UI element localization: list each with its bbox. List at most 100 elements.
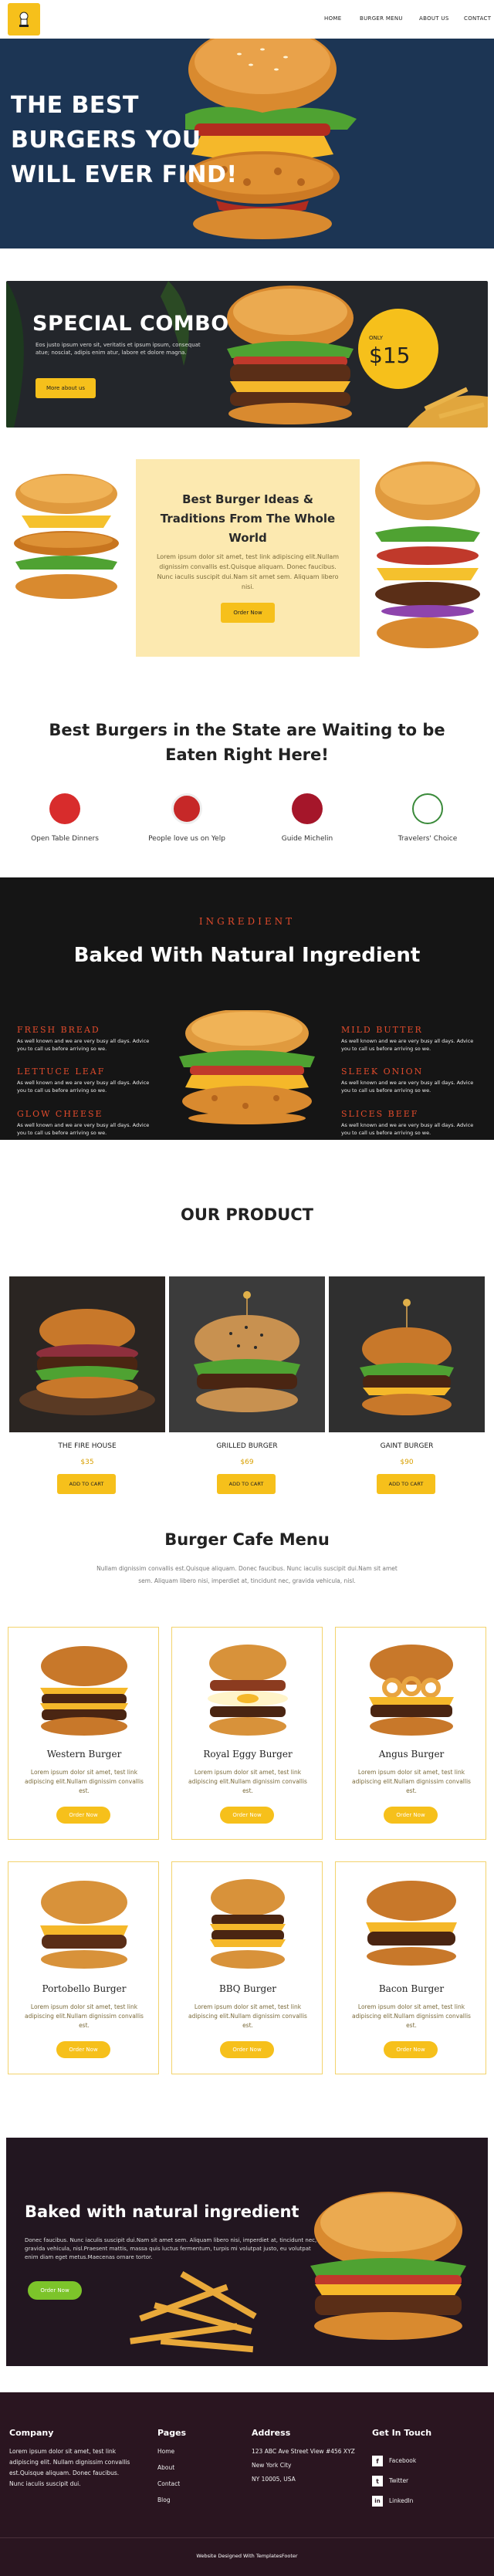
ideas-order-now-button[interactable]: Order Now (221, 603, 275, 623)
copyright-text: Website Designed With TemplatesFooter (196, 2553, 298, 2559)
natural-text: Donec faucibus. Nunc iaculis suscipit du… (25, 2237, 317, 2260)
special-combo-banner: SPECIAL COMBO Eos justo ipsum vero sit, … (6, 281, 488, 428)
footer-social-facebook[interactable]: Facebook (389, 2456, 416, 2466)
bbq-burger-image (210, 1879, 286, 1969)
ingredients-burger-image (179, 1010, 315, 1124)
natural-title: Baked with natural ingredient (25, 2202, 299, 2221)
footer-link-blog[interactable]: Blog (157, 2495, 171, 2506)
award-label-open-table: Open Table Dinners (31, 835, 99, 843)
hero-title: THE BEST BURGERS YOU WILL EVER FIND! (11, 92, 238, 188)
menu-intro: Nullam dignissim convallis est.Quisque a… (96, 1565, 398, 1584)
grilled-burger-image (194, 1291, 300, 1412)
menu-item-name: Angus Burger (378, 1749, 445, 1760)
top-nav: HOME BURGER MENU ABOUT US CONTACT (0, 0, 494, 39)
combo-title: SPECIAL COMBO (32, 312, 229, 336)
add-to-cart-button[interactable]: ADD TO CART (217, 1474, 276, 1494)
ingredients-section: INGREDIENT Baked With Natural Ingredient… (0, 877, 494, 1140)
menu-card-royal-eggy-burger: Royal Eggy Burger Lorem ipsum dolor sit … (171, 1627, 323, 1840)
chef-logo-icon (19, 12, 29, 27)
menu-item-name: BBQ Burger (218, 1983, 277, 1994)
ingredient-name-lettuce-leaf: LETTUCE LEAF (17, 1067, 106, 1077)
add-to-cart-button[interactable]: ADD TO CART (377, 1474, 435, 1494)
ingredient-desc-sleek-onion: As well known and we are very busy all d… (341, 1080, 474, 1094)
ideas-text: Lorem ipsum dolor sit amet, test link ad… (156, 553, 340, 590)
yelp-badge-icon (171, 793, 202, 824)
menu-item-text: Lorem ipsum dolor sit amet, test link ad… (352, 2003, 471, 2029)
fire-house-burger-image (19, 1309, 155, 1415)
footer-company-heading: Company (9, 2428, 54, 2438)
order-now-button[interactable]: Order Now (384, 1807, 438, 1824)
product-image-gaint-burger[interactable] (329, 1276, 485, 1432)
nav-link-about-us[interactable]: ABOUT US (419, 15, 449, 22)
natural-burger-image (310, 2192, 466, 2340)
royal-eggy-burger-image (208, 1645, 288, 1736)
ingredient-name-mild-butter: MILD BUTTER (341, 1025, 423, 1035)
menu-item-name: Portobello Burger (42, 1983, 127, 1994)
menu-card-angus-burger: Angus Burger Lorem ipsum dolor sit amet,… (335, 1627, 486, 1840)
order-now-button[interactable]: Order Now (56, 1807, 110, 1824)
award-label-travelers-choice: Travelers' Choice (398, 835, 458, 843)
twitter-icon[interactable]: t (372, 2476, 383, 2486)
menu-card-portobello-burger: Portobello Burger Lorem ipsum dolor sit … (8, 1861, 159, 2074)
footer-social-twitter[interactable]: Twitter (389, 2476, 408, 2486)
menu-item-text: Lorem ipsum dolor sit amet, test link ad… (352, 1769, 471, 1794)
menu-item-text: Lorem ipsum dolor sit amet, test link ad… (25, 2003, 144, 2029)
order-now-button[interactable]: Order Now (220, 1807, 274, 1824)
facebook-icon[interactable]: f (372, 2456, 383, 2466)
ingredient-desc-mild-butter: As well known and we are very busy all d… (341, 1038, 474, 1052)
linkedin-icon[interactable]: in (372, 2496, 383, 2507)
footer: Company Lorem ipsum dolor sit amet, test… (0, 2392, 494, 2576)
fries-image (130, 2271, 257, 2353)
order-now-button[interactable]: Order Now (220, 2041, 274, 2058)
ingredient-desc-fresh-bread: As well known and we are very busy all d… (17, 1038, 150, 1052)
products-heading: OUR PRODUCT (180, 1205, 314, 1224)
ideas-card: Best Burger Ideas & Traditions From The … (136, 459, 360, 657)
ingredient-desc-slices-beef: As well known and we are very busy all d… (341, 1122, 474, 1136)
price-badge: ONLY $15 (358, 309, 438, 389)
add-to-cart-button[interactable]: ADD TO CART (57, 1474, 116, 1494)
western-burger-image (40, 1646, 128, 1736)
travelers-choice-badge-icon (412, 793, 443, 824)
ingredient-name-slices-beef: SLICES BEEF (341, 1109, 419, 1119)
menu-item-text: Lorem ipsum dolor sit amet, test link ad… (188, 1769, 307, 1794)
open-table-badge-icon (49, 793, 80, 824)
combo-burger-image (227, 286, 354, 424)
natural-order-now-button[interactable]: Order Now (28, 2281, 82, 2300)
footer-address-line: NY 10005, USA (252, 2476, 296, 2483)
bacon-burger-image (366, 1881, 457, 1966)
price-label: ONLY (369, 335, 383, 341)
product-name: GRILLED BURGER (216, 1442, 278, 1450)
menu-item-text: Lorem ipsum dolor sit amet, test link ad… (188, 2003, 307, 2029)
nav-link-home[interactable]: HOME (324, 15, 341, 22)
michelin-badge-icon (292, 793, 323, 824)
ingredient-name-sleek-onion: SLEEK ONION (341, 1067, 424, 1077)
menu-item-name: Western Burger (46, 1749, 122, 1760)
footer-link-about[interactable]: About (157, 2463, 174, 2473)
product-name: GAINT BURGER (380, 1442, 434, 1450)
exploded-burger-right-image (375, 461, 480, 648)
logo[interactable] (8, 3, 40, 35)
order-now-button[interactable]: Order Now (56, 2041, 110, 2058)
menu-heading: Burger Cafe Menu (164, 1530, 330, 1549)
menu-item-name: Bacon Burger (378, 1983, 445, 1994)
order-now-button[interactable]: Order Now (384, 2041, 438, 2058)
combo-text: Eos justo ipsum vero sit, veritatis et i… (36, 342, 201, 356)
footer-social-linkedin[interactable]: LinkedIn (389, 2496, 413, 2507)
footer-link-contact[interactable]: Contact (157, 2479, 180, 2490)
awards-heading: Best Burgers in the State are Waiting to… (49, 721, 445, 764)
ingredient-desc-lettuce-leaf: As well known and we are very busy all d… (17, 1080, 150, 1094)
more-about-us-button[interactable]: More about us (36, 378, 96, 398)
ingredient-desc-glow-cheese: As well known and we are very busy all d… (17, 1122, 150, 1136)
ingredient-name-glow-cheese: GLOW CHEESE (17, 1109, 103, 1119)
footer-link-home[interactable]: Home (157, 2446, 174, 2457)
nav-link-contact[interactable]: CONTACT (464, 15, 491, 22)
product-name: THE FIRE HOUSE (58, 1442, 117, 1450)
product-image-fire-house[interactable] (9, 1276, 165, 1432)
nav-link-burger-menu[interactable]: BURGER MENU (360, 15, 403, 22)
menu-item-name: Royal Eggy Burger (203, 1749, 293, 1760)
exploded-burger-left-image (14, 474, 119, 599)
product-image-grilled-burger[interactable] (169, 1276, 325, 1432)
gaint-burger-image (360, 1299, 454, 1415)
menu-card-bbq-burger: BBQ Burger Lorem ipsum dolor sit amet, t… (171, 1861, 323, 2074)
footer-touch-heading: Get In Touch (372, 2428, 432, 2438)
